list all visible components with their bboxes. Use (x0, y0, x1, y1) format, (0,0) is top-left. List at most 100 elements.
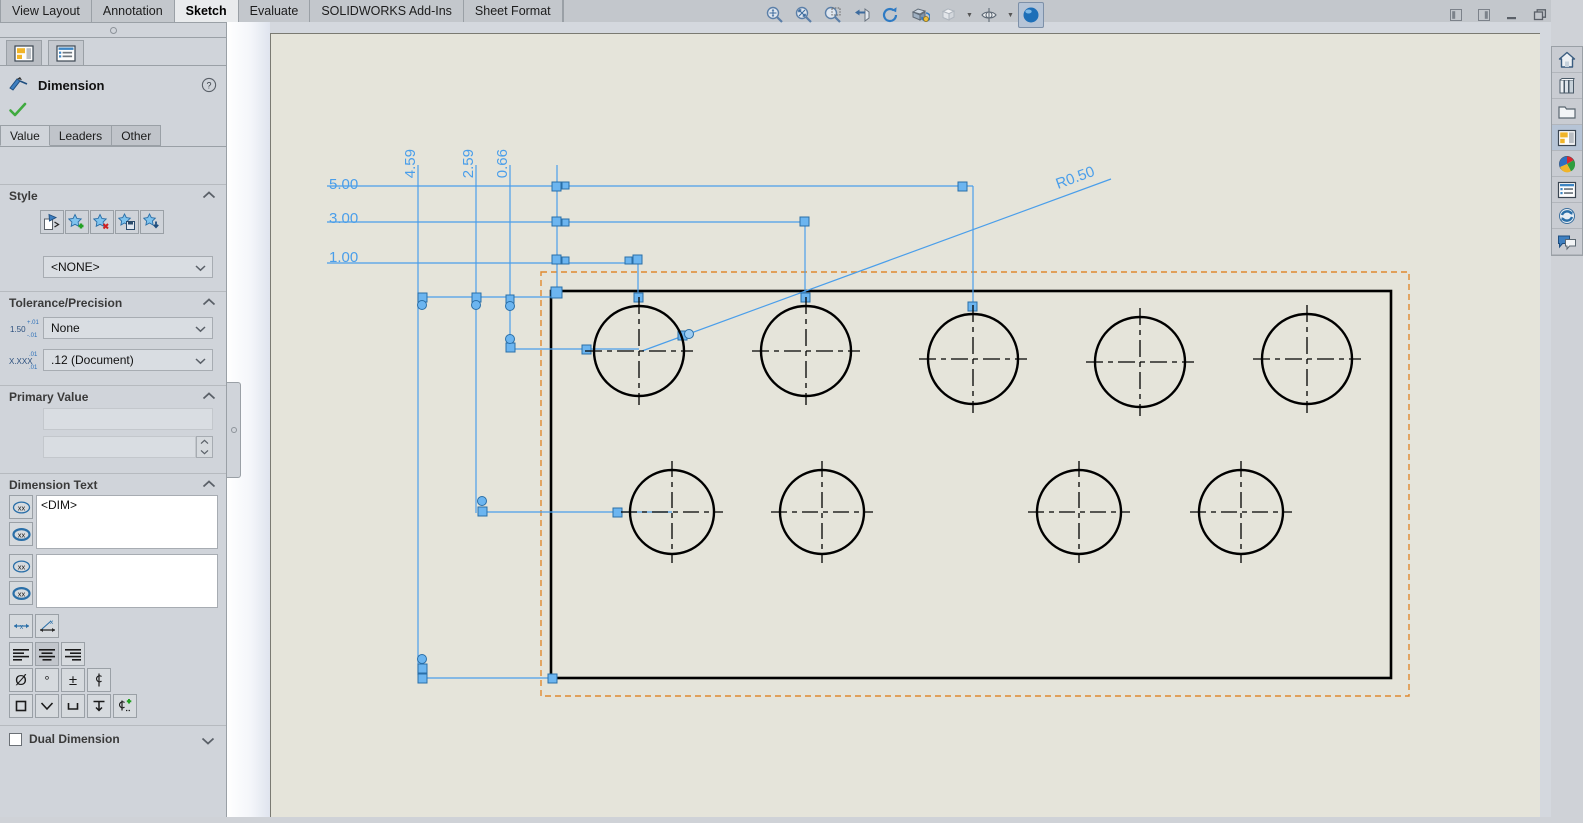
tolerance-section-header[interactable]: Tolerance/Precision (0, 291, 226, 313)
stepper-up-icon[interactable] (197, 437, 212, 447)
rebuild-icon[interactable] (1552, 203, 1582, 229)
chevron-up-icon[interactable] (202, 478, 216, 492)
hole-top-3[interactable] (919, 305, 1027, 413)
file-explorer-icon[interactable] (1552, 99, 1582, 125)
previous-view-icon[interactable] (849, 2, 875, 28)
dimension-text-secondary-input[interactable] (36, 554, 218, 608)
dim-0-66[interactable]: 0.66 (494, 149, 511, 178)
pin-right-icon[interactable] (1473, 4, 1495, 26)
text-above-button[interactable]: xx (9, 495, 33, 519)
accept-button[interactable] (8, 100, 28, 120)
align-left-button[interactable] (9, 642, 33, 666)
counterbore-symbol-button[interactable] (61, 694, 85, 718)
display-manager-icon[interactable] (1552, 151, 1582, 177)
tab-other[interactable]: Other (111, 125, 162, 146)
design-library-icon[interactable] (1552, 73, 1582, 99)
degree-symbol-button[interactable]: ° (35, 668, 59, 692)
home-icon[interactable] (1552, 47, 1582, 73)
primary-value-section-header[interactable]: Primary Value (0, 385, 226, 407)
dim-r0-50[interactable]: R0.50 (1054, 163, 1097, 193)
pin-left-icon[interactable] (1445, 4, 1467, 26)
align-center-button[interactable] (35, 642, 59, 666)
dual-dimension-checkbox[interactable] (9, 733, 22, 746)
text-right-button[interactable]: xx (9, 581, 33, 605)
dim-4-59[interactable]: 4.59 (402, 149, 419, 178)
hole-top-5[interactable] (1253, 305, 1361, 413)
panel-splitter[interactable] (227, 22, 270, 823)
property-manager-tab[interactable] (6, 40, 42, 65)
dimension-angle-button[interactable]: x (35, 614, 59, 638)
property-manager-icon[interactable] (1552, 125, 1582, 151)
view-orientation-caret-icon[interactable]: ▼ (965, 2, 974, 28)
drawing-canvas[interactable]: 5.00 3.00 1.00 4.59 2.59 0.66 R0.50 (270, 33, 1540, 823)
help-icon[interactable]: ? (201, 77, 217, 93)
dimension-text-input[interactable]: <DIM> (36, 495, 218, 549)
section-view-icon[interactable] (907, 2, 933, 28)
zoom-to-fit-icon[interactable] (791, 2, 817, 28)
diameter-symbol-button[interactable]: Ø (9, 668, 33, 692)
chevron-down-icon[interactable] (201, 735, 215, 749)
plus-minus-symbol-button[interactable]: ± (61, 668, 85, 692)
splitter-grip[interactable] (227, 382, 241, 478)
tab-value[interactable]: Value (0, 125, 50, 146)
primary-value-input[interactable] (43, 436, 196, 458)
zoom-to-area-icon[interactable] (820, 2, 846, 28)
chevron-up-icon[interactable] (202, 296, 216, 310)
align-right-button[interactable] (61, 642, 85, 666)
add-style-button[interactable] (65, 210, 89, 234)
style-section-header[interactable]: Style (0, 184, 226, 206)
configuration-manager-icon[interactable] (1552, 177, 1582, 203)
dim-1-00[interactable]: 1.00 (329, 249, 358, 266)
apply-default-style-button[interactable] (40, 210, 64, 234)
delete-style-button[interactable] (90, 210, 114, 234)
dim-5-00[interactable]: 5.00 (329, 176, 358, 193)
hole-bottom-2[interactable] (771, 461, 873, 563)
centerline-symbol-button[interactable] (87, 668, 111, 692)
precision-dropdown[interactable]: .12 (Document) (43, 349, 213, 371)
text-below-button[interactable]: xx (9, 554, 33, 578)
dim-2-59[interactable]: 2.59 (460, 149, 477, 178)
hole-top-1[interactable] (585, 297, 693, 405)
annotation-callout-icon[interactable] (1552, 229, 1582, 255)
ribbon-tab-sheet-format[interactable]: Sheet Format (463, 0, 563, 22)
plate-outline[interactable] (549, 289, 1393, 680)
dimension-text-section-header[interactable]: Dimension Text (0, 473, 226, 495)
zoom-in-out-icon[interactable] (762, 2, 788, 28)
panel-scroll-handle[interactable] (0, 22, 226, 38)
more-symbols-button[interactable] (113, 694, 137, 718)
hole-bottom-4[interactable] (1190, 461, 1292, 563)
chevron-up-icon[interactable] (202, 390, 216, 404)
stepper-down-icon[interactable] (197, 447, 212, 457)
style-dropdown[interactable]: <NONE> (43, 256, 213, 278)
hole-top-4[interactable] (1086, 308, 1194, 416)
display-style-icon[interactable] (977, 2, 1003, 28)
display-style-caret-icon[interactable]: ▼ (1006, 2, 1015, 28)
ribbon-tab-view-layout[interactable]: View Layout (0, 0, 92, 22)
dimension-labels[interactable]: 5.00 3.00 1.00 4.59 2.59 0.66 R0.50 (329, 149, 1097, 266)
dim-3-00[interactable]: 3.00 (329, 210, 358, 227)
ribbon-tab-evaluate[interactable]: Evaluate (238, 0, 311, 22)
more-dimension-button[interactable]: x (9, 614, 33, 638)
chevron-up-icon[interactable] (202, 189, 216, 203)
primary-value-stepper[interactable] (196, 436, 213, 458)
hole-bottom-3[interactable] (1028, 461, 1130, 563)
depth-symbol-button[interactable] (87, 694, 111, 718)
countersink-symbol-button[interactable] (35, 694, 59, 718)
minimize-icon[interactable] (1501, 4, 1523, 26)
view-orientation-icon[interactable] (936, 2, 962, 28)
ribbon-tab-annotation[interactable]: Annotation (91, 0, 175, 22)
restore-icon[interactable] (1529, 4, 1551, 26)
load-style-button[interactable] (140, 210, 164, 234)
ribbon-tab-sketch[interactable]: Sketch (174, 0, 239, 22)
configuration-manager-tab[interactable] (48, 40, 84, 65)
hole-top-2[interactable] (752, 297, 860, 405)
primary-value-name-input[interactable] (43, 408, 213, 430)
tolerance-dropdown[interactable]: None (43, 317, 213, 339)
save-style-button[interactable] (115, 210, 139, 234)
rotate-view-icon[interactable] (878, 2, 904, 28)
sketch-points[interactable] (417, 181, 978, 684)
square-symbol-button[interactable] (9, 694, 33, 718)
ribbon-tab-solidworks-add-ins[interactable]: SOLIDWORKS Add-Ins (310, 0, 464, 22)
apply-scene-icon[interactable] (1018, 2, 1044, 28)
tab-leaders[interactable]: Leaders (48, 125, 113, 146)
